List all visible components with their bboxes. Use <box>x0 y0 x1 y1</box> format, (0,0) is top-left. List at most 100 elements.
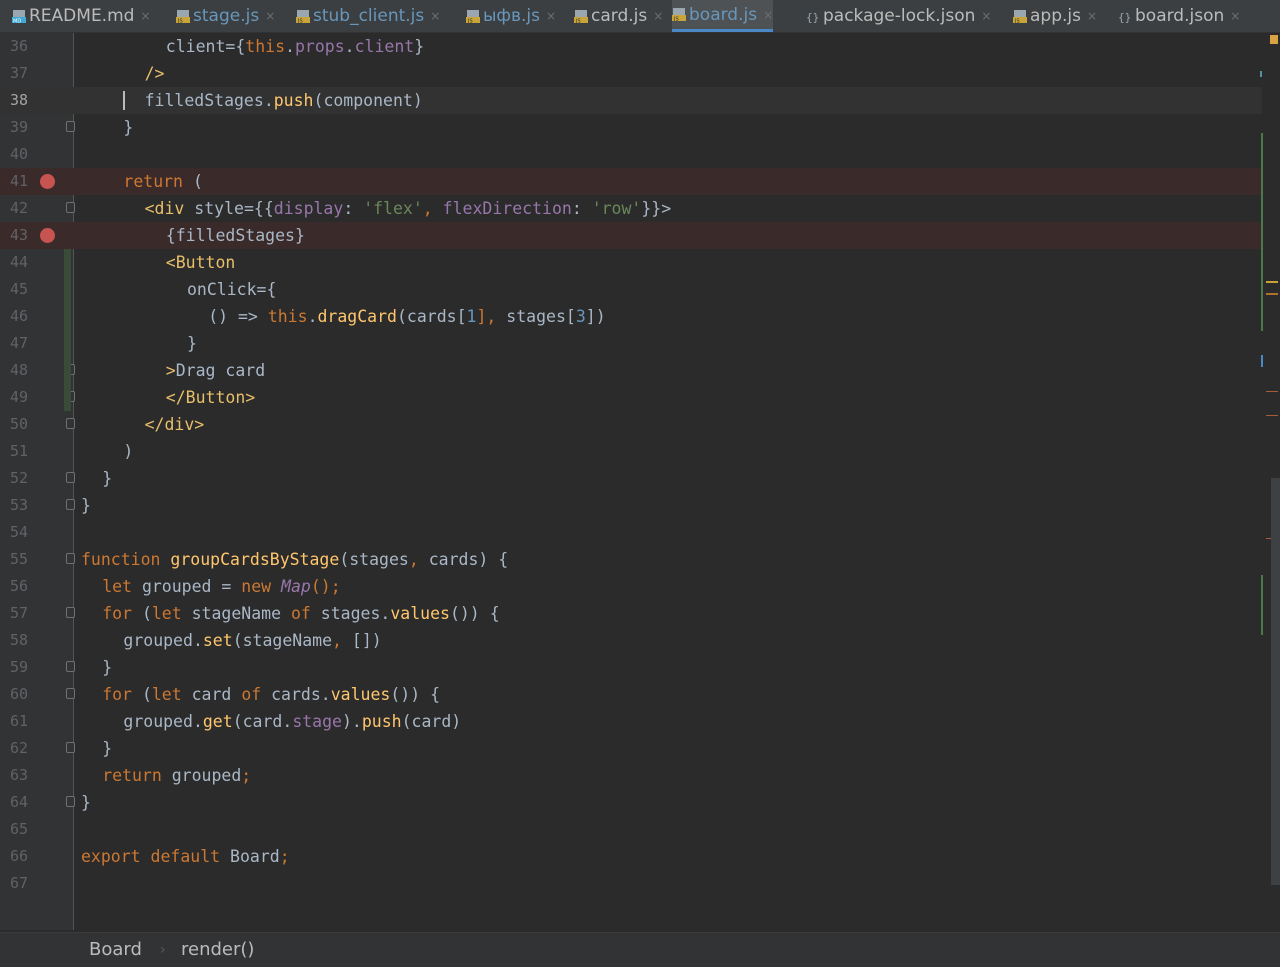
code-line[interactable]: 53} <box>0 492 1262 519</box>
fold-marker-icon[interactable] <box>66 418 75 429</box>
line-number[interactable]: 65 <box>10 816 34 843</box>
tab-stage-js[interactable]: JS stage.js × <box>176 0 275 32</box>
tab-board-js[interactable]: JS board.js × <box>672 0 774 32</box>
code-line[interactable]: 55 function groupCardsByStage(stages, car… <box>0 546 1262 573</box>
close-tab-icon[interactable]: × <box>653 9 663 23</box>
fold-marker-icon[interactable] <box>66 202 75 213</box>
line-number[interactable]: 59 <box>10 654 34 681</box>
fold-marker-icon[interactable] <box>66 688 75 699</box>
close-tab-icon[interactable]: × <box>430 9 440 23</box>
code-line[interactable]: 58 grouped.set(stageName, []) <box>0 627 1262 654</box>
line-number[interactable]: 53 <box>10 492 34 519</box>
scroll-marker[interactable] <box>1266 415 1278 416</box>
tab-app-js[interactable]: JS app.js × <box>1013 0 1097 32</box>
scrollbar-thumb[interactable] <box>1271 478 1280 885</box>
line-number[interactable]: 48 <box>10 357 34 384</box>
code-line[interactable]: 60 for (let card of cards.values()) { <box>0 681 1262 708</box>
close-tab-icon[interactable]: × <box>1230 9 1240 23</box>
code-line[interactable]: 45 onClick={ <box>0 276 1262 303</box>
line-number[interactable]: 64 <box>10 789 34 816</box>
code-line[interactable]: 38 filledStages.push(component) <box>0 87 1262 114</box>
fold-marker-icon[interactable] <box>66 553 75 564</box>
close-tab-icon[interactable]: × <box>265 9 275 23</box>
tab-readme-md[interactable]: MD README.md × <box>12 0 151 32</box>
close-tab-icon[interactable]: × <box>1087 9 1097 23</box>
fold-marker-icon[interactable] <box>66 796 75 807</box>
code-line[interactable]: 50 </div> <box>0 411 1262 438</box>
line-number[interactable]: 40 <box>10 141 34 168</box>
line-number[interactable]: 44 <box>10 249 34 276</box>
fold-marker-icon[interactable] <box>66 121 75 132</box>
scroll-marker[interactable] <box>1261 355 1263 367</box>
tab-board-json[interactable]: {} board.json × <box>1118 0 1240 32</box>
line-number[interactable]: 62 <box>10 735 34 762</box>
line-number[interactable]: 38 <box>10 87 34 114</box>
fold-marker-icon[interactable] <box>66 742 75 753</box>
code-line[interactable]: 40 <box>0 141 1262 168</box>
line-number[interactable]: 55 <box>10 546 34 573</box>
code-lines[interactable]: 36 client={this.props.client} 37 /> 38 filled… <box>0 33 1262 930</box>
code-line[interactable]: 56 let grouped = new Map(); <box>0 573 1262 600</box>
breadcrumb-item-class[interactable]: Board <box>89 939 142 960</box>
line-number[interactable]: 50 <box>10 411 34 438</box>
close-tab-icon[interactable]: × <box>140 9 150 23</box>
fold-marker-icon[interactable] <box>66 472 75 483</box>
warning-marker-icon[interactable] <box>1270 35 1278 44</box>
tab--js[interactable]: JS ыфв.js × <box>466 0 556 32</box>
line-number[interactable]: 66 <box>10 843 34 870</box>
breakpoint-icon[interactable] <box>40 174 55 189</box>
line-number[interactable]: 37 <box>10 60 34 87</box>
line-number[interactable]: 57 <box>10 600 34 627</box>
scroll-marker[interactable] <box>1260 71 1262 77</box>
line-number[interactable]: 45 <box>10 276 34 303</box>
code-line[interactable]: 44 <Button <box>0 249 1262 276</box>
code-line[interactable]: 36 client={this.props.client} <box>0 33 1262 60</box>
line-number[interactable]: 43 <box>10 222 34 249</box>
code-line[interactable]: 64} <box>0 789 1262 816</box>
scroll-marker[interactable] <box>1266 391 1278 392</box>
line-number[interactable]: 51 <box>10 438 34 465</box>
line-number[interactable]: 60 <box>10 681 34 708</box>
line-number[interactable]: 63 <box>10 762 34 789</box>
line-number[interactable]: 42 <box>10 195 34 222</box>
close-tab-icon[interactable]: × <box>981 9 991 23</box>
scroll-marker[interactable] <box>1266 293 1278 295</box>
code-line[interactable]: 52} <box>0 465 1262 492</box>
error-stripe[interactable] <box>1258 33 1280 930</box>
code-line[interactable]: 46 () => this.dragCard(cards[1], stages[3… <box>0 303 1262 330</box>
tab-card-js[interactable]: JS card.js × <box>574 0 663 32</box>
code-line[interactable]: 59} <box>0 654 1262 681</box>
code-line[interactable]: 65 <box>0 816 1262 843</box>
line-number[interactable]: 67 <box>10 870 34 897</box>
code-line[interactable]: 39} <box>0 114 1262 141</box>
close-tab-icon[interactable]: × <box>763 8 773 22</box>
line-number[interactable]: 49 <box>10 384 34 411</box>
fold-marker-icon[interactable] <box>66 499 75 510</box>
code-line[interactable]: 37 /> <box>0 60 1262 87</box>
line-number[interactable]: 36 <box>10 33 34 60</box>
line-number[interactable]: 47 <box>10 330 34 357</box>
code-line[interactable]: 54 <box>0 519 1262 546</box>
code-line[interactable]: 41 return ( <box>0 168 1262 195</box>
code-line[interactable]: 51) <box>0 438 1262 465</box>
vcs-change-marker[interactable] <box>64 249 71 411</box>
code-line[interactable]: 43 {filledStages} <box>0 222 1262 249</box>
breadcrumb-item-method[interactable]: render() <box>181 939 254 960</box>
code-line[interactable]: 49 </Button> <box>0 384 1262 411</box>
line-number[interactable]: 39 <box>10 114 34 141</box>
code-line[interactable]: 67 <box>0 870 1262 897</box>
line-number[interactable]: 46 <box>10 303 34 330</box>
scroll-marker[interactable] <box>1261 133 1263 331</box>
code-line[interactable]: 47} <box>0 330 1262 357</box>
breakpoint-icon[interactable] <box>40 228 55 243</box>
line-number[interactable]: 54 <box>10 519 34 546</box>
fold-marker-icon[interactable] <box>66 607 75 618</box>
code-line[interactable]: 57 for (let stageName of stages.values())… <box>0 600 1262 627</box>
code-line[interactable]: 48 >Drag card <box>0 357 1262 384</box>
line-number[interactable]: 52 <box>10 465 34 492</box>
code-line[interactable]: 61 grouped.get(card.stage).push(card) <box>0 708 1262 735</box>
scroll-marker[interactable] <box>1266 281 1278 283</box>
fold-marker-icon[interactable] <box>66 661 75 672</box>
tab-stub-client-js[interactable]: JS stub_client.js × <box>296 0 440 32</box>
scroll-marker[interactable] <box>1261 575 1263 635</box>
